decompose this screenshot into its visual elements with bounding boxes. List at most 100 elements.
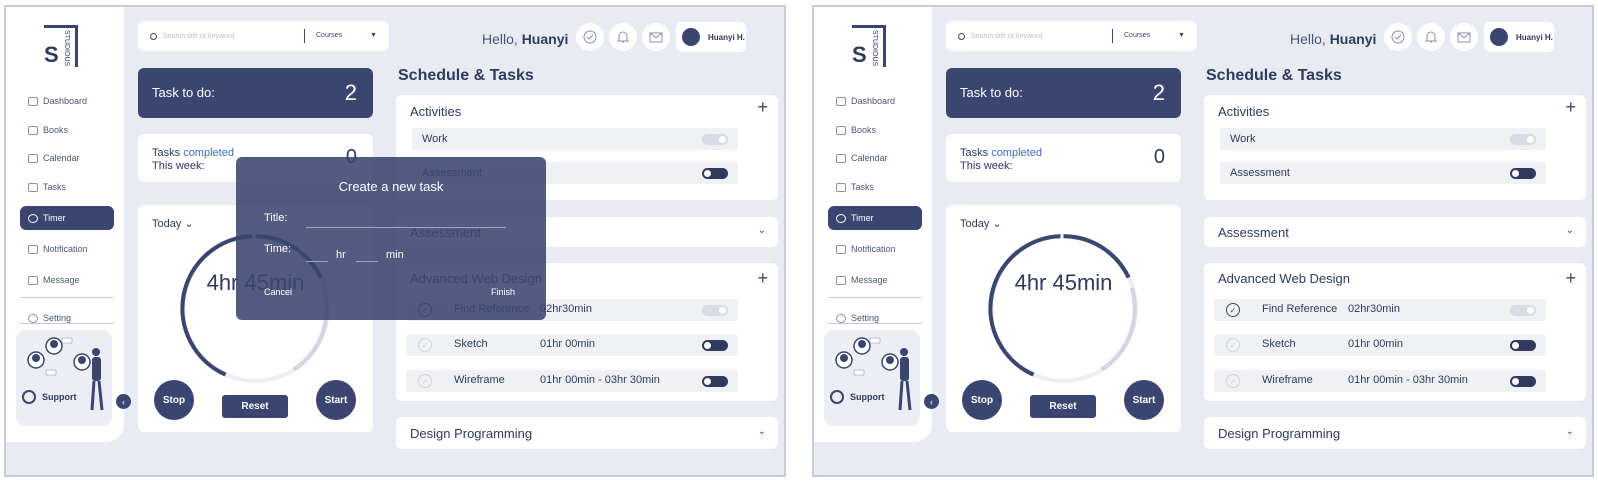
activity-row[interactable]: Assessment — [1220, 162, 1546, 184]
task-row[interactable]: ✓ Wireframe 01hr 00min - 03hr 30min — [406, 370, 738, 392]
nav-dashboard[interactable]: Dashboard — [20, 89, 114, 113]
stop-button[interactable]: Stop — [154, 380, 194, 420]
task-toggle[interactable] — [1510, 305, 1536, 316]
reset-button[interactable]: Reset — [222, 395, 288, 418]
collapse-sidebar-button[interactable]: ‹ — [924, 394, 939, 409]
today-dropdown[interactable]: Today ⌄ — [960, 217, 1002, 230]
nav-setting[interactable]: Setting — [828, 306, 922, 330]
chevron-down-icon[interactable]: ⌄ — [758, 426, 766, 437]
task-row[interactable]: ✓ Sketch 01hr 00min — [406, 334, 738, 356]
check-icon[interactable]: ✓ — [418, 338, 432, 352]
notification-button[interactable] — [1417, 23, 1445, 51]
design-programming-card[interactable]: Design Programming ⌄ — [1204, 417, 1586, 449]
nav-message[interactable]: Message — [20, 268, 114, 292]
check-button[interactable] — [1384, 23, 1412, 51]
check-icon[interactable]: ✓ — [418, 374, 432, 388]
logo: S STUDIOUS — [42, 25, 78, 68]
activity-toggle[interactable] — [702, 134, 728, 145]
completed-label: Tasks — [152, 147, 181, 159]
user-profile[interactable]: Huanyi H. — [1484, 22, 1554, 52]
task-toggle[interactable] — [1510, 376, 1536, 387]
sidebar: S STUDIOUS Dashboard Books Calendar Task… — [814, 7, 932, 442]
activity-toggle[interactable] — [1510, 168, 1536, 179]
add-task-button[interactable]: + — [1565, 268, 1576, 289]
activity-row[interactable]: Work — [412, 128, 738, 150]
today-label: Today — [960, 218, 990, 230]
check-icon[interactable]: ✓ — [1226, 374, 1240, 388]
check-icon[interactable]: ✓ — [1226, 303, 1240, 317]
mail-button[interactable] — [642, 23, 670, 51]
nav-dashboard[interactable]: Dashboard — [828, 89, 922, 113]
hr-label: hr — [336, 249, 346, 261]
activity-toggle[interactable] — [1510, 134, 1536, 145]
search-bar[interactable]: Search title or keyword Courses ▼ — [138, 21, 389, 51]
add-activity-button[interactable]: + — [1565, 97, 1576, 118]
activity-row[interactable]: Work — [1220, 128, 1546, 150]
search-bar[interactable]: Search title or keyword Courses ▼ — [946, 21, 1197, 51]
start-button[interactable]: Start — [1124, 380, 1164, 420]
today-dropdown[interactable]: Today ⌄ — [152, 217, 194, 230]
add-activity-button[interactable]: + — [757, 97, 768, 118]
user-profile[interactable]: Huanyi H. — [676, 22, 746, 52]
nav-tasks[interactable]: Tasks — [828, 175, 922, 199]
user-name: Huanyi H. — [1516, 32, 1553, 42]
nav-books[interactable]: Books — [828, 118, 922, 142]
activity-toggle[interactable] — [702, 168, 728, 179]
avatar — [1490, 28, 1508, 46]
support-button[interactable]: Support — [830, 390, 885, 404]
notification-button[interactable] — [609, 23, 637, 51]
finish-button[interactable]: Finish — [491, 287, 515, 297]
collapse-sidebar-button[interactable]: ‹ — [116, 394, 131, 409]
task-to-do-card: Task to do: 2 — [946, 68, 1181, 118]
chevron-down-icon[interactable]: ⌄ — [1566, 225, 1574, 236]
nav-timer[interactable]: Timer — [20, 206, 114, 230]
check-icon[interactable]: ✓ — [1226, 338, 1240, 352]
course-select[interactable]: Courses — [1124, 32, 1150, 39]
reset-button[interactable]: Reset — [1030, 395, 1096, 418]
stop-button[interactable]: Stop — [962, 380, 1002, 420]
add-task-button[interactable]: + — [757, 268, 768, 289]
mail-button[interactable] — [1450, 23, 1478, 51]
task-row[interactable]: ✓ Find Reference 02hr30min — [1214, 299, 1546, 321]
nav-calendar[interactable]: Calendar — [20, 146, 114, 170]
book-icon — [28, 125, 38, 135]
gear-icon — [836, 313, 846, 323]
task-time: 02hr30min — [540, 303, 592, 315]
search-input[interactable]: Search title or keyword — [163, 33, 234, 40]
start-button[interactable]: Start — [316, 380, 356, 420]
check-button[interactable] — [576, 23, 604, 51]
chevron-down-icon[interactable]: ⌄ — [758, 225, 766, 236]
task-toggle[interactable] — [1510, 340, 1536, 351]
chevron-down-icon[interactable]: ⌄ — [1566, 426, 1574, 437]
message-icon — [28, 275, 38, 285]
chevron-down-icon[interactable]: ▼ — [370, 32, 377, 39]
task-row[interactable]: ✓ Wireframe 01hr 00min - 03hr 30min — [1214, 370, 1546, 392]
task-toggle[interactable] — [702, 376, 728, 387]
search-input[interactable]: Search title or keyword — [971, 33, 1042, 40]
support-button[interactable]: Support — [22, 390, 77, 404]
design-programming-card[interactable]: Design Programming ⌄ — [396, 417, 778, 449]
cancel-button[interactable]: Cancel — [264, 287, 292, 297]
course-select[interactable]: Courses — [316, 32, 342, 39]
nav-books[interactable]: Books — [20, 118, 114, 142]
sidebar: S STUDIOUS Dashboard Books Calendar Task… — [6, 7, 124, 442]
minutes-input[interactable] — [356, 261, 378, 262]
chevron-down-icon[interactable]: ▼ — [1178, 32, 1185, 39]
nav-setting[interactable]: Setting — [20, 306, 114, 330]
task-name: Find Reference — [1262, 303, 1338, 315]
assessment-card[interactable]: Assessment ⌄ — [1204, 217, 1586, 247]
task-row[interactable]: ✓ Sketch 01hr 00min — [1214, 334, 1546, 356]
divider — [20, 297, 114, 298]
hours-input[interactable] — [306, 261, 328, 262]
task-toggle[interactable] — [702, 340, 728, 351]
task-name: Sketch — [454, 338, 488, 350]
nav-message[interactable]: Message — [828, 268, 922, 292]
nav-calendar[interactable]: Calendar — [828, 146, 922, 170]
title-input[interactable] — [306, 227, 506, 228]
nav-notification[interactable]: Notification — [20, 237, 114, 261]
nav-tasks[interactable]: Tasks — [20, 175, 114, 199]
nav-label: Message — [851, 275, 888, 285]
task-toggle[interactable] — [702, 305, 728, 316]
nav-notification[interactable]: Notification — [828, 237, 922, 261]
nav-timer[interactable]: Timer — [828, 206, 922, 230]
